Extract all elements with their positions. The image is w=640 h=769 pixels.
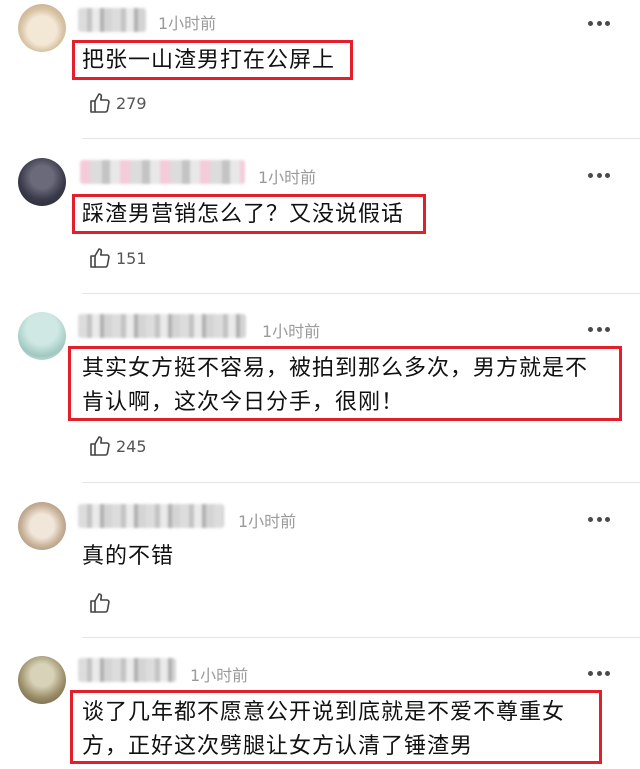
avatar[interactable] <box>18 158 66 206</box>
like-button[interactable] <box>88 590 116 616</box>
thumbs-up-icon <box>90 436 110 456</box>
avatar[interactable] <box>18 656 66 704</box>
avatar[interactable] <box>18 4 66 52</box>
username-blurred[interactable] <box>78 314 246 338</box>
thumbs-up-icon <box>90 93 110 113</box>
more-dots-icon[interactable] <box>588 326 610 332</box>
comment-text: 真的不错 <box>82 544 175 569</box>
highlight-box <box>68 346 622 421</box>
highlight-box <box>70 690 602 764</box>
more-dots-icon[interactable] <box>588 20 610 26</box>
divider <box>82 637 640 638</box>
more-dots-icon[interactable] <box>588 172 610 178</box>
avatar[interactable] <box>18 312 66 360</box>
thumbs-up-icon <box>90 248 110 268</box>
thumbs-up-icon <box>90 593 110 613</box>
more-dots-icon[interactable] <box>588 670 610 676</box>
divider <box>82 482 640 483</box>
username-blurred[interactable] <box>80 160 245 184</box>
username-blurred[interactable] <box>78 8 146 32</box>
like-count: 151 <box>116 248 147 268</box>
like-count: 245 <box>116 436 147 456</box>
like-button[interactable]: 151 <box>88 245 147 271</box>
divider <box>82 293 640 294</box>
divider <box>82 138 640 139</box>
more-dots-icon[interactable] <box>588 516 610 522</box>
highlight-box <box>72 40 353 80</box>
comment-time: 1小时前 <box>238 512 297 531</box>
username-blurred[interactable] <box>78 504 224 528</box>
comment-time: 1小时前 <box>262 322 321 341</box>
like-count: 279 <box>116 93 147 113</box>
highlight-box <box>72 194 426 234</box>
comment-time: 1小时前 <box>190 666 249 685</box>
like-button[interactable]: 279 <box>88 90 147 116</box>
username-blurred[interactable] <box>78 658 176 682</box>
like-button[interactable]: 245 <box>88 433 147 459</box>
comment-time: 1小时前 <box>158 14 217 33</box>
avatar[interactable] <box>18 502 66 550</box>
comment-time: 1小时前 <box>258 168 317 187</box>
